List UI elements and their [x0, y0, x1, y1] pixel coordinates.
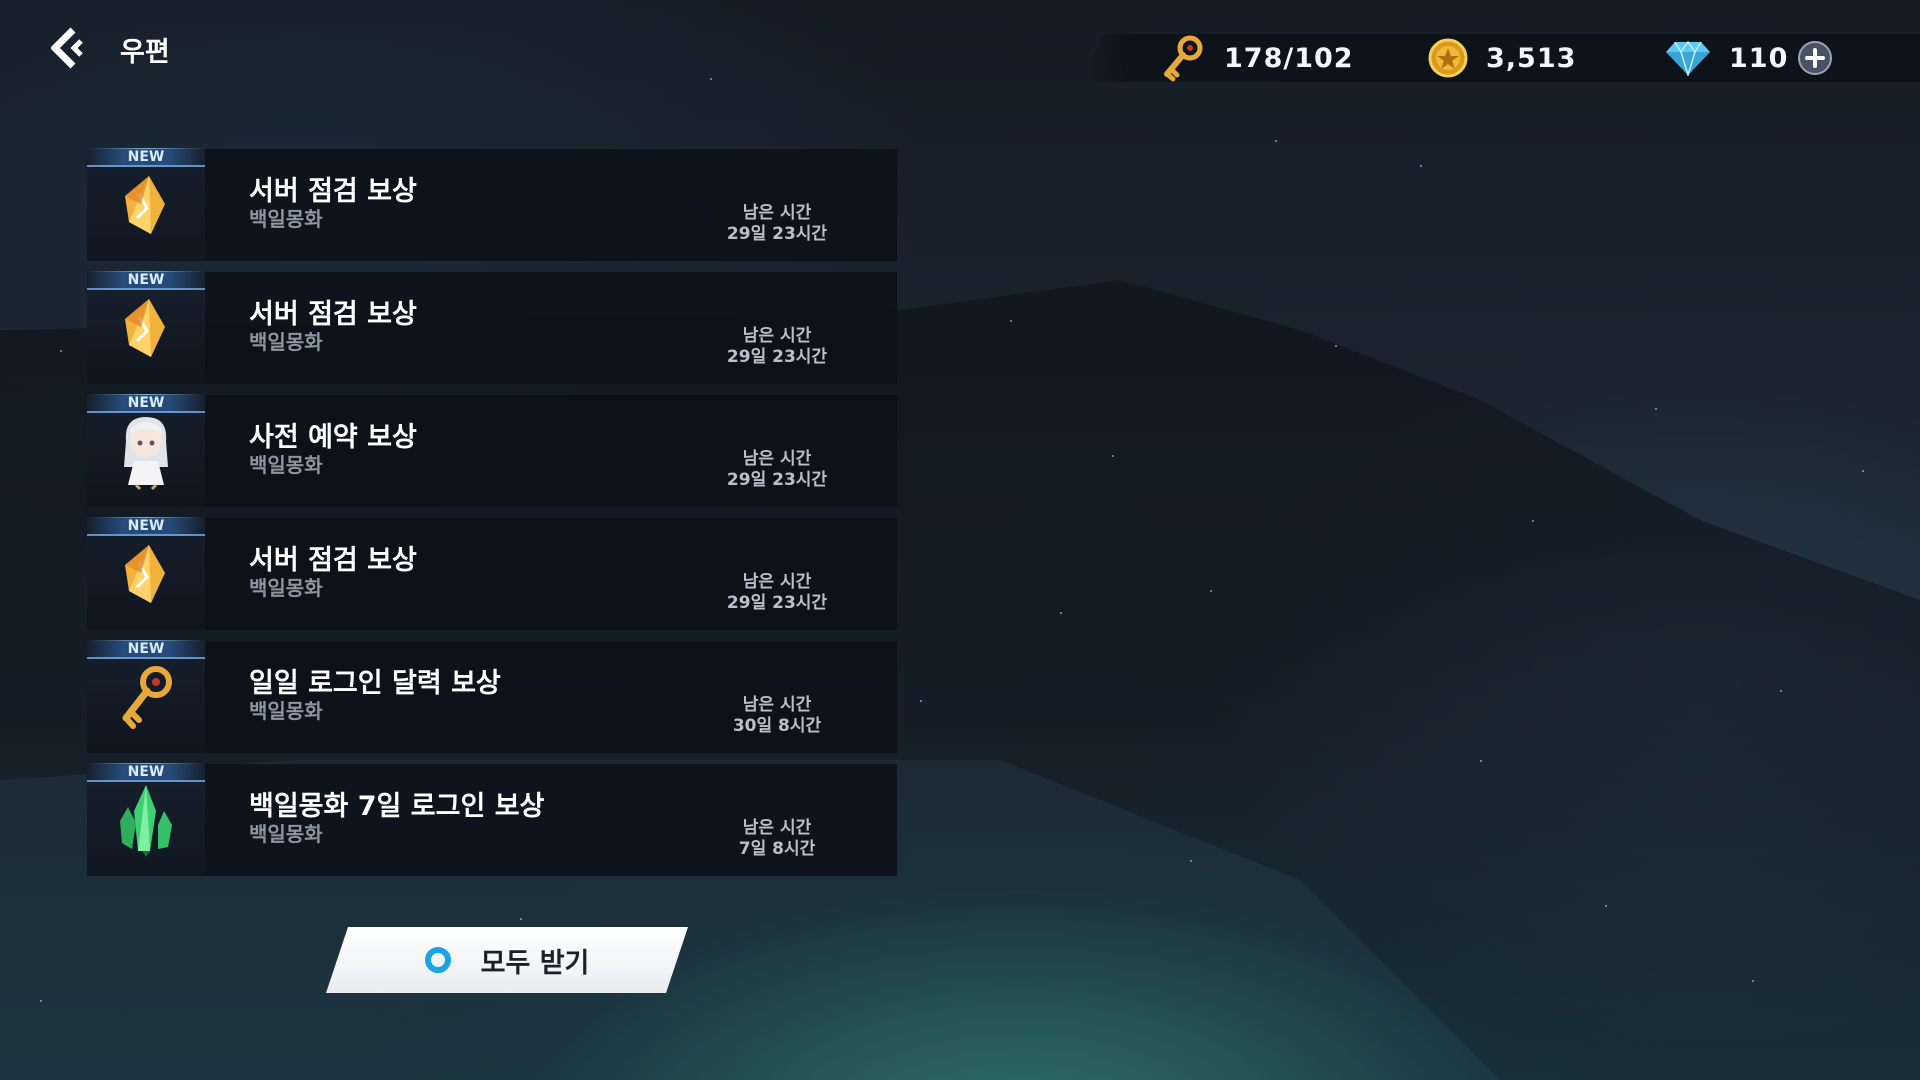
mail-remaining: 남은 시간 29일 23시간	[707, 203, 847, 245]
remaining-label: 남은 시간	[742, 449, 812, 469]
mail-sender: 백일몽화	[249, 207, 323, 231]
mail-item[interactable]: NEW 일일 로그인 달력 보상 백일몽화 남은 시간 30일 8시간	[87, 640, 897, 753]
gold-coin-icon	[1428, 38, 1468, 78]
back-arrow-icon	[51, 27, 83, 69]
remaining-label: 남은 시간	[742, 572, 812, 592]
remaining-value: 29일 23시간	[726, 593, 828, 613]
remaining-value: 29일 23시간	[726, 224, 828, 244]
resource-gems[interactable]: 110	[1665, 34, 1833, 82]
keys-value: 178/102	[1224, 42, 1354, 74]
gems-value: 110	[1729, 42, 1789, 74]
page-title: 우편	[120, 37, 170, 68]
new-badge: NEW	[87, 517, 205, 536]
resource-keys[interactable]: 178/102	[1160, 34, 1354, 82]
mail-item[interactable]: NEW 사전 예약 보상 백일몽화 남은 시간 29일 23시간	[87, 394, 897, 507]
gold-key-icon	[122, 666, 172, 729]
crystal-shard-icon	[125, 176, 165, 234]
remaining-label: 남은 시간	[742, 326, 812, 346]
crystal-shard-icon	[125, 545, 165, 603]
gold-key-icon	[1164, 35, 1203, 82]
remaining-label: 남은 시간	[742, 818, 812, 838]
remaining-value: 30일 8시간	[732, 716, 822, 736]
mail-list: NEW 서버 점검 보상 백일몽화 남은 시간 29일 23시간 NEW 서버 …	[87, 148, 897, 887]
mail-sender: 백일몽화	[249, 699, 323, 723]
coins-value: 3,513	[1486, 42, 1577, 74]
mail-remaining: 남은 시간 7일 8시간	[707, 818, 847, 860]
chibi-character-icon	[124, 417, 168, 491]
mail-item[interactable]: NEW 서버 점검 보상 백일몽화 남은 시간 29일 23시간	[87, 271, 897, 384]
mail-sender: 백일몽화	[249, 576, 323, 600]
crystal-shard-icon	[125, 299, 165, 357]
remaining-label: 남은 시간	[742, 695, 812, 715]
new-badge: NEW	[87, 148, 205, 167]
circle-button-icon	[425, 947, 451, 973]
mail-item[interactable]: NEW 서버 점검 보상 백일몽화 남은 시간 29일 23시간	[87, 148, 897, 261]
mail-sender: 백일몽화	[249, 822, 323, 846]
back-button[interactable]	[48, 26, 92, 70]
remaining-value: 29일 23시간	[726, 347, 828, 367]
claim-all-button[interactable]: 모두 받기	[326, 927, 688, 993]
mail-remaining: 남은 시간 30일 8시간	[707, 695, 847, 737]
diamond-icon	[1666, 40, 1710, 76]
new-badge: NEW	[87, 271, 205, 290]
mail-sender: 백일몽화	[249, 330, 323, 354]
remaining-value: 7일 8시간	[738, 839, 816, 859]
new-badge: NEW	[87, 640, 205, 659]
claim-all-label: 모두 받기	[480, 947, 590, 979]
mail-remaining: 남은 시간 29일 23시간	[707, 572, 847, 614]
plus-icon	[1805, 48, 1826, 68]
mail-remaining: 남은 시간 29일 23시간	[707, 326, 847, 368]
mail-item[interactable]: NEW 백일몽화 7일 로그인 보상 백일몽화 남은 시간 7일 8시간	[87, 763, 897, 876]
green-crystal-icon	[120, 785, 172, 857]
mail-remaining: 남은 시간 29일 23시간	[707, 449, 847, 491]
mail-sender: 백일몽화	[249, 453, 323, 477]
new-badge: NEW	[87, 763, 205, 782]
resource-coins[interactable]: 3,513	[1428, 34, 1576, 82]
mail-item[interactable]: NEW 서버 점검 보상 백일몽화 남은 시간 29일 23시간	[87, 517, 897, 630]
new-badge: NEW	[87, 394, 205, 413]
remaining-value: 29일 23시간	[726, 470, 828, 490]
remaining-label: 남은 시간	[742, 203, 812, 223]
add-gems-button[interactable]	[1798, 41, 1833, 75]
